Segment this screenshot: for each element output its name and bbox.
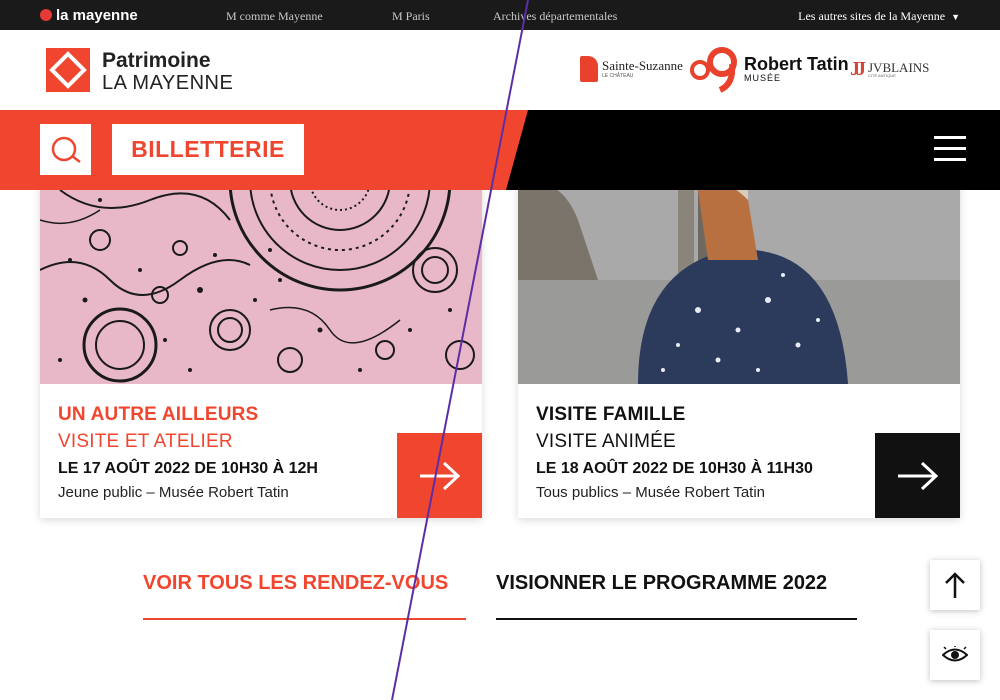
all-events-link[interactable]: VOIR TOUS LES RENDEZ-VOUS [143, 570, 466, 620]
robert-tatin-icon [690, 47, 737, 93]
scroll-to-top-button[interactable] [930, 560, 980, 610]
event-type: VISITE ANIMÉE [536, 431, 676, 452]
site-header: Patrimoine LA MAYENNE Sainte-Suzanne LE … [0, 30, 1000, 110]
event-audience: Jeune public – Musée Robert Tatin [58, 484, 289, 501]
arrow-right-icon [897, 461, 938, 490]
toplink-archives[interactable]: Archives départementales [493, 9, 617, 24]
top-bar: la mayenne M comme Mayenne M Paris Archi… [0, 0, 1000, 30]
toplink-m-comme-mayenne[interactable]: M comme Mayenne [226, 9, 323, 24]
event-audience: Tous publics – Musée Robert Tatin [536, 484, 766, 501]
accessibility-button[interactable] [930, 630, 980, 680]
event-type: VISITE ET ATELIER [58, 431, 233, 452]
patrimoine-logo-text[interactable]: Patrimoine LA MAYENNE [102, 50, 233, 93]
other-sites-dropdown[interactable]: Les autres sites de la Mayenne ▼ [798, 9, 960, 24]
brand-label: la mayenne [56, 6, 138, 24]
sainte-suzanne-sub: LE CHÂTEAU [602, 73, 634, 79]
other-sites-label: Les autres sites de la Mayenne [798, 9, 946, 23]
la-mayenne-brand[interactable]: la mayenne [40, 6, 138, 24]
sainte-suzanne-name: Sainte-Suzanne [602, 58, 683, 73]
logo-line2: LA MAYENNE [102, 72, 234, 94]
caret-down-icon: ▼ [951, 12, 960, 22]
logo-line1: Patrimoine [102, 49, 211, 72]
la-mayenne-logo-icon [40, 9, 52, 21]
event-title: UN AUTRE AILLEURS [58, 404, 259, 425]
event-date: LE 17 AOÛT 2022 DE 10H30 À 12H [58, 460, 318, 477]
event-title: VISITE FAMILLE [536, 404, 686, 425]
event-open-button[interactable] [875, 433, 960, 518]
arrow-right-icon [419, 461, 460, 490]
search-button[interactable] [40, 124, 91, 175]
robert-tatin-name: Robert Tatin [744, 53, 849, 74]
hamburger-menu-icon[interactable] [934, 136, 966, 164]
jublains-icon: JJ [850, 57, 866, 80]
eye-icon [942, 646, 968, 662]
ticketing-button[interactable]: BILLETTERIE [112, 124, 304, 175]
robert-tatin-logo[interactable]: Robert Tatin MUSÉE [690, 44, 849, 94]
jublains-name: JVBLAINS [868, 59, 930, 75]
jublains-logo[interactable]: JJ JVBLAINS CITÉ ANTIQUE [850, 44, 929, 94]
event-open-button[interactable] [397, 433, 482, 518]
event-date: LE 18 AOÛT 2022 DE 10H30 À 11H30 [536, 460, 813, 477]
sainte-suzanne-logo[interactable]: Sainte-Suzanne LE CHÂTEAU [580, 44, 683, 94]
arrow-up-icon [945, 572, 965, 598]
main-nav-bar: BILLETTERIE [0, 110, 1000, 190]
programme-link[interactable]: VISIONNER LE PROGRAMME 2022 [496, 570, 857, 620]
toplink-m-paris[interactable]: M Paris [392, 9, 430, 24]
search-icon [51, 136, 81, 163]
patrimoine-logo-icon[interactable] [46, 48, 90, 92]
robert-tatin-sub: MUSÉE [744, 73, 782, 84]
sainte-suzanne-icon [580, 56, 598, 82]
